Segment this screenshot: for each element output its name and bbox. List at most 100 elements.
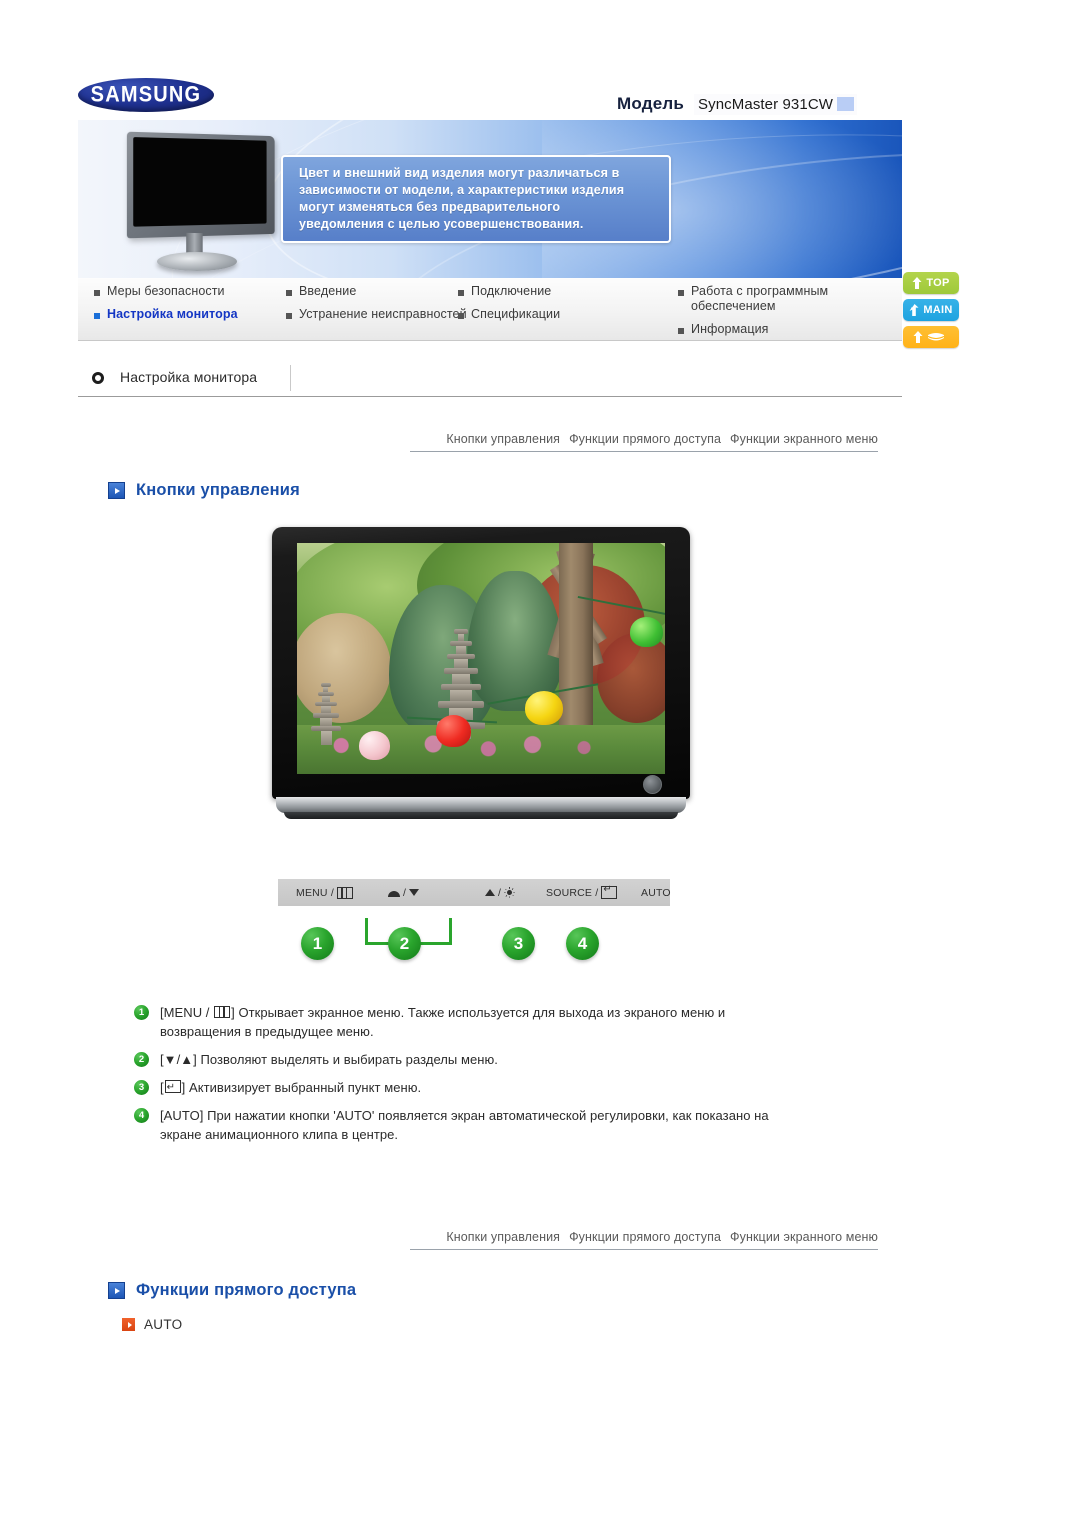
disclaimer-line-1: Цвет и внешний вид изделия могут различа… — [299, 166, 620, 180]
menu-glyph-icon — [214, 1006, 231, 1018]
product-manual-page: SAMSUNG Модель SyncMaster 931CW Цвет и в… — [0, 0, 1080, 1528]
model-color-chip — [837, 97, 855, 111]
photo-lantern-pink — [359, 731, 390, 760]
orange-arrow-icon — [122, 1318, 135, 1331]
control-button-strip: MENU / / / SOURCE / AUTO — [278, 879, 671, 906]
disclaimer-line-2: зависимости от модели, а характеристики … — [299, 183, 625, 197]
nav-label: Настройка монитора — [107, 307, 238, 321]
menu-glyph-icon — [336, 886, 353, 899]
description-number: 2 — [134, 1052, 149, 1067]
desc2-pre: [▼/▲] — [160, 1052, 201, 1067]
nav-column-4: Работа с программным обеспечением Информ… — [678, 284, 877, 345]
model-value-text: SyncMaster 931CW — [698, 96, 834, 113]
subnav-link-osd-2[interactable]: Функции экранного меню — [730, 1230, 878, 1244]
desc3-pre: [ — [160, 1080, 164, 1095]
section-title: Настройка монитора — [120, 369, 258, 385]
monitor-photo — [272, 527, 690, 827]
monitor-bezel — [272, 527, 690, 799]
section-divider — [290, 365, 291, 391]
description-text-4: [AUTO] При нажатии кнопки 'AUTO' появляе… — [160, 1106, 780, 1144]
bullet-icon — [94, 290, 100, 296]
description-row-1: 1 [MENU / ] Открывает экранное меню. Так… — [134, 1003, 854, 1041]
nav-column-1: Меры безопасности Настройка монитора — [94, 284, 238, 330]
nav-item-introduction[interactable]: Введение — [286, 284, 467, 299]
enter-glyph-icon — [164, 1078, 181, 1097]
auto-label: AUTO — [144, 1317, 183, 1332]
arrow-up-icon — [912, 277, 922, 289]
strip-label-up: / — [485, 887, 515, 899]
main-button[interactable]: MAIN — [903, 299, 959, 321]
strip-label-menu: MENU / — [296, 886, 353, 899]
brightness-icon — [504, 887, 515, 898]
nav-label: Работа с программным обеспечением — [691, 284, 829, 313]
disclaimer-line-3: могут изменяться без предварительного — [299, 200, 561, 214]
subnav-link-controls[interactable]: Кнопки управления — [446, 432, 560, 446]
strip-source-text: SOURCE / — [546, 886, 599, 899]
top-navigation: Меры безопасности Настройка монитора Вве… — [78, 278, 902, 341]
nav-item-setup[interactable]: Настройка монитора — [94, 307, 238, 322]
desc4-pre: [AUTO] — [160, 1108, 208, 1123]
nav-item-specifications[interactable]: Спецификации — [458, 307, 560, 322]
disclaimer-line-4: уведомления с целью усовершенствования. — [299, 217, 584, 231]
play-arrow-icon — [108, 1282, 125, 1299]
nav-item-troubleshooting[interactable]: Устранение неисправностей — [286, 307, 467, 322]
description-row-3: 3 [ ] Активизирует выбранный пункт меню. — [134, 1078, 854, 1097]
desc3-post: ] Активизирует выбранный пункт меню. — [181, 1080, 422, 1095]
monitor-screen-image — [297, 543, 665, 774]
subnav-link-direct-2[interactable]: Функции прямого доступа — [569, 1230, 721, 1244]
subnav-link-osd[interactable]: Функции экранного меню — [730, 432, 878, 446]
photo-lantern-green — [630, 617, 663, 647]
photo-pagoda-left — [311, 683, 341, 745]
nav-item-connection[interactable]: Подключение — [458, 284, 560, 299]
subnav-link-direct[interactable]: Функции прямого доступа — [569, 432, 721, 446]
power-button[interactable] — [643, 775, 662, 794]
disclaimer-box: Цвет и внешний вид изделия могут различа… — [281, 155, 671, 243]
monitor-illustration-panel — [126, 131, 275, 239]
bullet-icon — [678, 290, 684, 296]
section-header: Настройка монитора — [78, 363, 902, 397]
bullet-icon — [286, 313, 292, 319]
triangle-up-icon — [485, 889, 495, 896]
description-number: 3 — [134, 1080, 149, 1095]
nav-item-software[interactable]: Работа с программным обеспечением — [678, 284, 877, 314]
book-icon — [927, 332, 945, 340]
desc1-pre: [MENU / — [160, 1005, 214, 1020]
nav-label: Меры безопасности — [107, 284, 225, 298]
subnav-link-controls-2[interactable]: Кнопки управления — [446, 1230, 560, 1244]
enter-glyph-icon — [601, 884, 618, 899]
desc1-post: ] Открывает экранное меню. Также использ… — [160, 1005, 726, 1039]
nav-label: Подключение — [471, 284, 552, 298]
subnav-top: Кнопки управления Функции прямого доступ… — [410, 424, 878, 452]
monitor-illustration-base — [157, 252, 237, 271]
callout-4: 4 — [566, 927, 599, 960]
monitor-illustration — [110, 131, 300, 278]
top-button-label: TOP — [926, 277, 950, 289]
desc2-post: Позволяют выделять и выбирать разделы ме… — [200, 1052, 498, 1067]
description-row-4: 4 [AUTO] При нажатии кнопки 'AUTO' появл… — [134, 1106, 854, 1144]
photo-lantern-red — [436, 715, 471, 747]
nav-item-information[interactable]: Информация — [678, 322, 877, 337]
heading-controls-label: Кнопки управления — [136, 481, 300, 499]
triangle-down-icon — [409, 889, 420, 896]
heading-controls: Кнопки управления — [108, 481, 300, 500]
heading-direct-label: Функции прямого доступа — [136, 1281, 357, 1299]
subnav-bottom: Кнопки управления Функции прямого доступ… — [410, 1222, 878, 1250]
nav-item-safety[interactable]: Меры безопасности — [94, 284, 238, 299]
monitor-stand-base — [284, 812, 678, 819]
circle-icon — [92, 372, 104, 384]
nav-label: Введение — [299, 284, 357, 298]
top-button[interactable]: TOP — [903, 272, 959, 294]
bullet-icon — [286, 290, 292, 296]
contents-button[interactable] — [903, 326, 959, 348]
desc4-post: При нажатии кнопки 'AUTO' появляется экр… — [160, 1108, 769, 1142]
logo-text: SAMSUNG — [90, 82, 202, 107]
nav-column-3: Подключение Спецификации — [458, 284, 560, 330]
nav-label: Информация — [691, 322, 769, 336]
strip-label-source: SOURCE / — [546, 884, 618, 899]
heading-direct-access: Функции прямого доступа — [108, 1281, 356, 1300]
arrow-up-icon — [913, 331, 923, 343]
direct-access-auto[interactable]: AUTO — [122, 1317, 182, 1332]
nav-label: Устранение неисправностей — [299, 307, 467, 321]
section-underline — [78, 396, 902, 397]
contrast-icon — [388, 888, 400, 897]
